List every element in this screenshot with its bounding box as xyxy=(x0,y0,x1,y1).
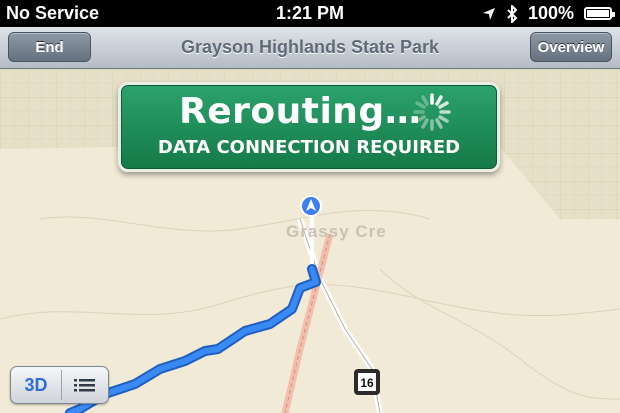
route-shield: 16 xyxy=(354,369,380,395)
navigation-bar: End Grayson Highlands State Park Overvie… xyxy=(0,27,620,69)
banner-headline: Rerouting… xyxy=(179,91,422,132)
place-label: Grassy Cre xyxy=(286,222,387,241)
route-shield-number: 16 xyxy=(360,376,374,390)
list-icon xyxy=(74,379,95,392)
status-right: 100% xyxy=(482,3,615,24)
location-arrow-icon xyxy=(482,7,495,20)
banner-subtitle: DATA CONNECTION REQUIRED xyxy=(157,137,461,158)
battery-icon xyxy=(584,7,615,20)
current-location-icon xyxy=(300,195,322,217)
map-controls: 3D xyxy=(10,366,109,404)
overview-button[interactable]: Overview xyxy=(530,32,612,62)
bluetooth-icon xyxy=(507,4,518,23)
list-button[interactable] xyxy=(62,367,108,403)
reroute-banner: Rerouting… DATA CONNECTION REQUIRED xyxy=(118,82,500,172)
battery-percent: 100% xyxy=(527,3,574,23)
status-bar: No Service 1:21 PM 100% xyxy=(0,0,620,27)
three-d-button[interactable]: 3D xyxy=(11,367,61,403)
activity-spinner-icon xyxy=(413,93,451,131)
page-title: Grayson Highlands State Park xyxy=(180,37,440,57)
